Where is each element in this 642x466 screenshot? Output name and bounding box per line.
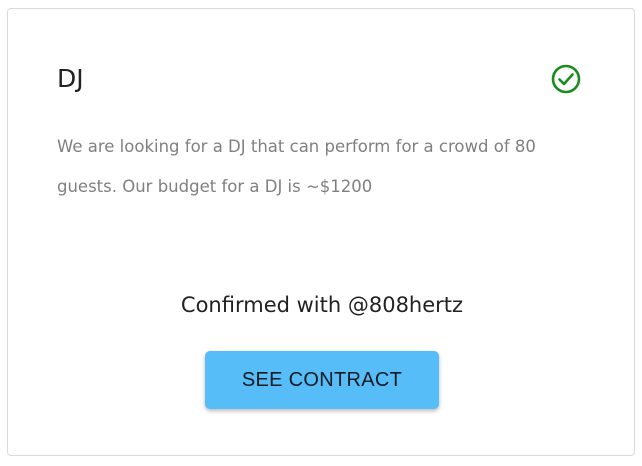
check-circle-icon bbox=[551, 64, 581, 94]
job-card: DJ We are looking for a DJ that can perf… bbox=[7, 8, 635, 456]
card-title: DJ bbox=[57, 64, 84, 93]
see-contract-button[interactable]: SEE CONTRACT bbox=[205, 351, 439, 409]
card-description: We are looking for a DJ that can perform… bbox=[57, 137, 536, 196]
confirmed-text: Confirmed with @808hertz bbox=[180, 293, 464, 317]
